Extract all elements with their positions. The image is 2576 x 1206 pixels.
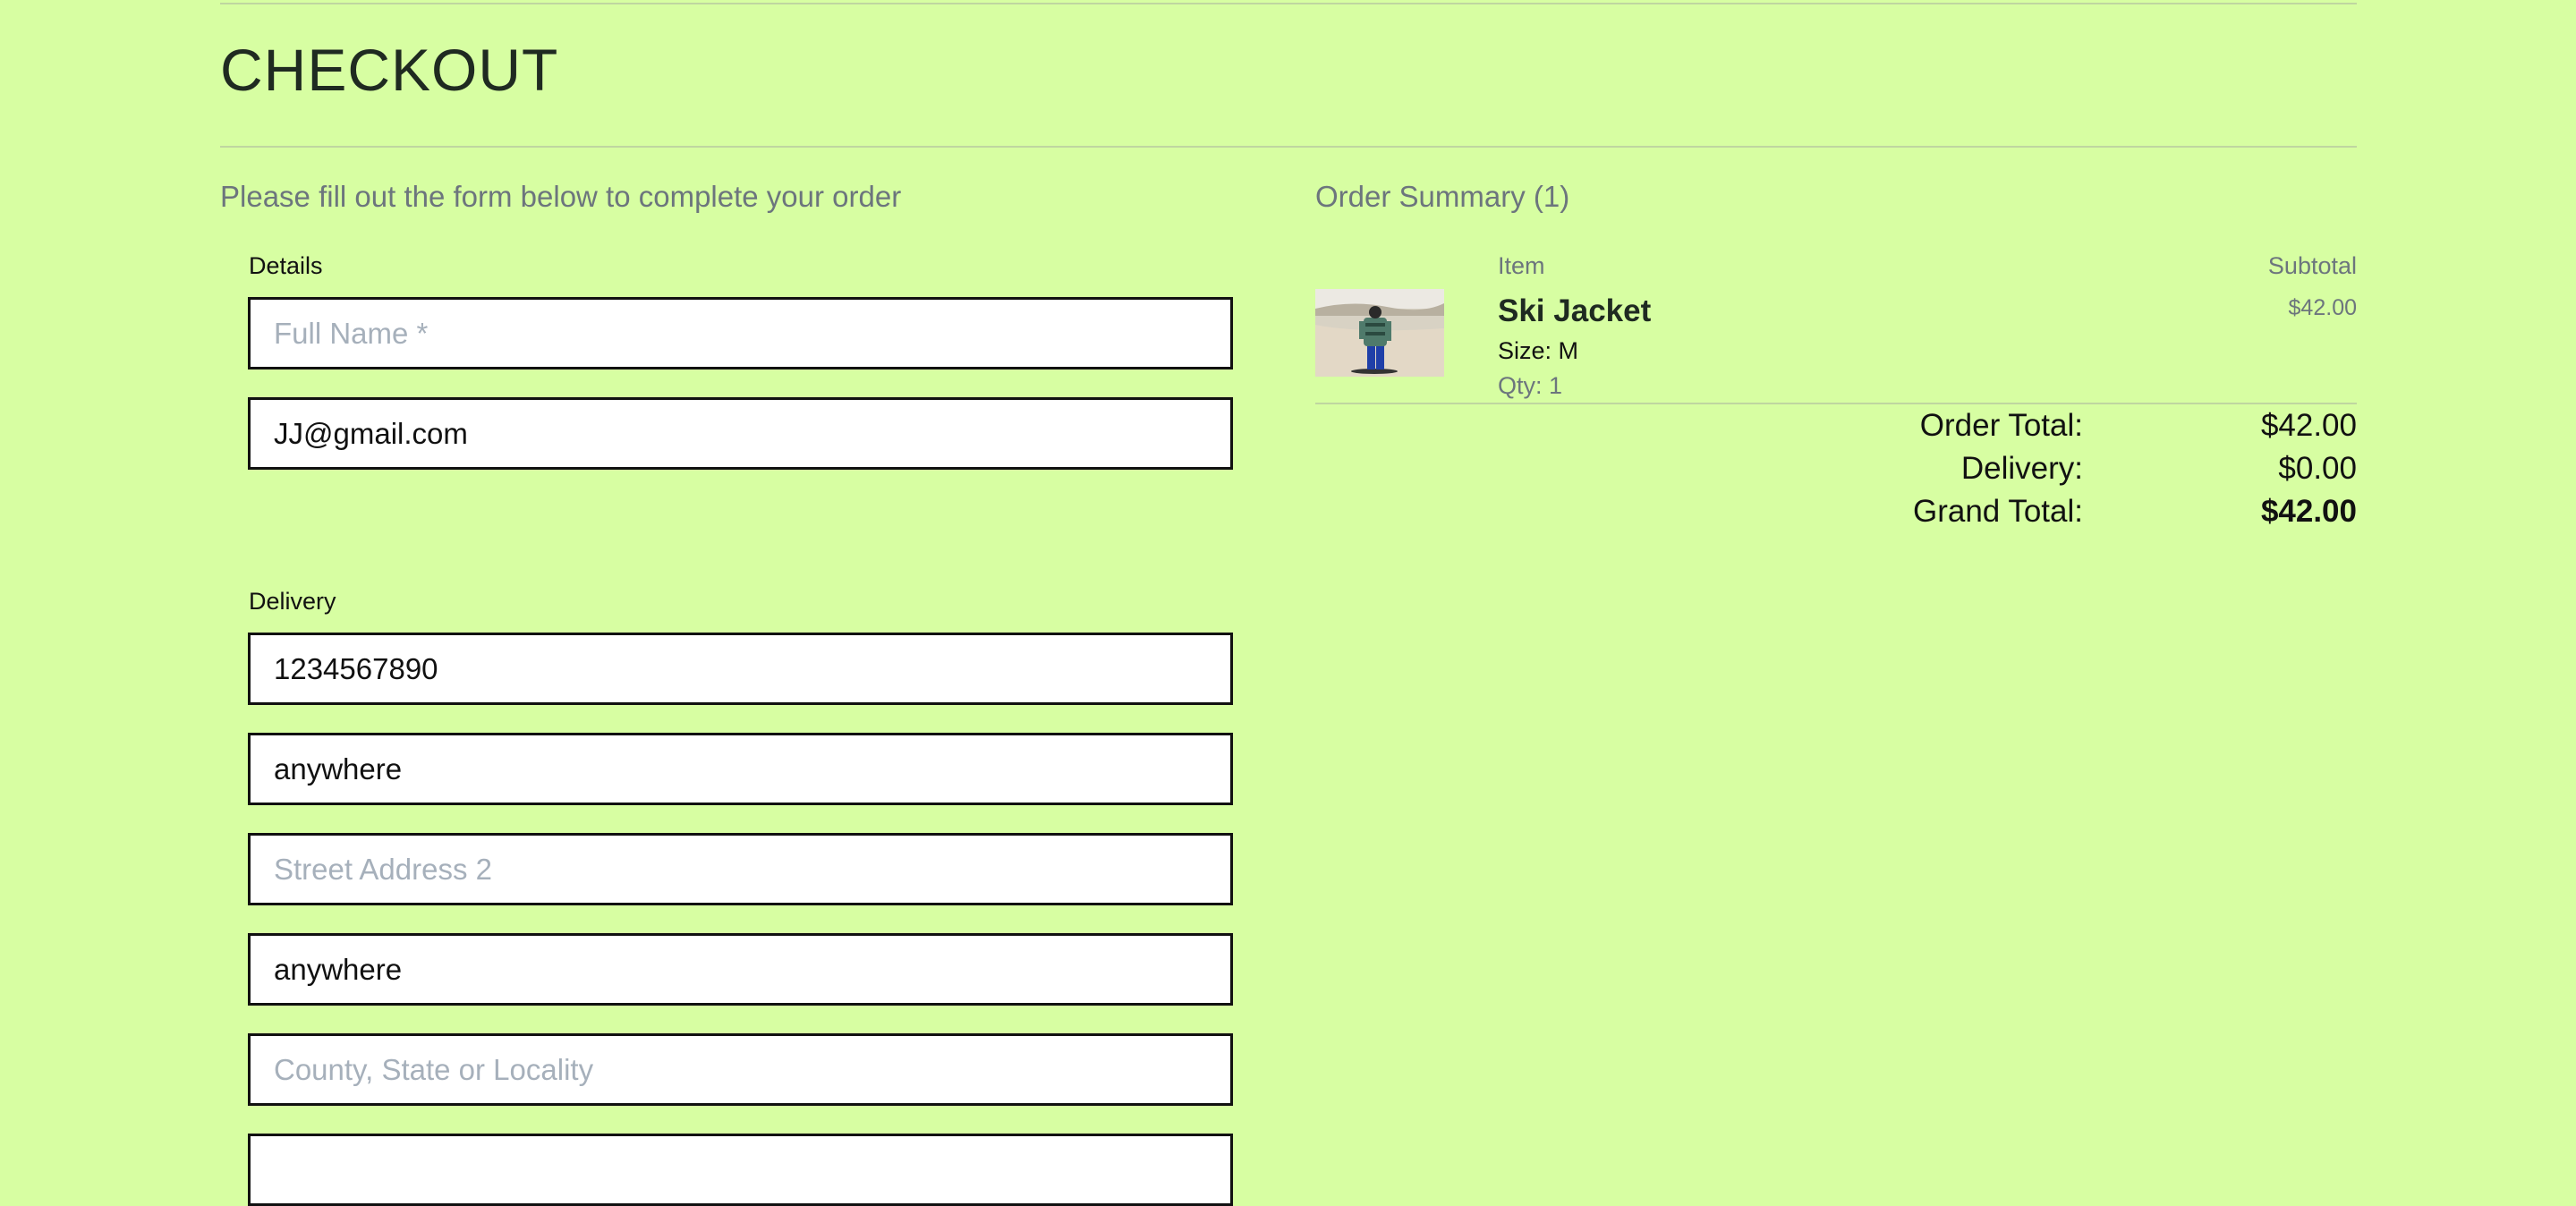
grand-total-value: $42.00 bbox=[2260, 494, 2357, 529]
order-total-value: $42.00 bbox=[2260, 408, 2357, 443]
delivery-cost-label: Delivery: bbox=[1960, 451, 2083, 486]
county-state-input[interactable] bbox=[248, 1033, 1233, 1106]
page-title: CHECKOUT bbox=[220, 37, 559, 103]
product-image bbox=[1315, 289, 1444, 377]
item-name: Ski Jacket bbox=[1498, 293, 1652, 328]
postcode-input[interactable] bbox=[248, 1134, 1233, 1206]
delivery-label: Delivery bbox=[249, 588, 336, 615]
order-total-label: Order Total: bbox=[1919, 408, 2083, 443]
item-quantity: Qty: 1 bbox=[1498, 372, 1563, 399]
order-summary-title: Order Summary (1) bbox=[1315, 180, 1570, 213]
email-input[interactable] bbox=[248, 397, 1233, 470]
street-address-2-input[interactable] bbox=[248, 833, 1233, 905]
title-divider bbox=[220, 146, 2357, 148]
skier-photo-icon bbox=[1315, 289, 1444, 377]
street-address-1-input[interactable] bbox=[248, 733, 1233, 805]
item-size: Size: M bbox=[1498, 337, 1579, 364]
top-divider bbox=[220, 3, 2357, 4]
grand-total-label: Grand Total: bbox=[1912, 494, 2083, 529]
form-intro: Please fill out the form below to comple… bbox=[220, 180, 902, 213]
subtotal-column-header: Subtotal bbox=[2267, 252, 2357, 279]
delivery-cost-value: $0.00 bbox=[2278, 451, 2357, 486]
summary-divider bbox=[1315, 403, 2357, 404]
town-city-input[interactable] bbox=[248, 933, 1233, 1006]
item-subtotal: $42.00 bbox=[2288, 295, 2357, 320]
item-column-header: Item bbox=[1498, 252, 1545, 279]
details-label: Details bbox=[249, 252, 323, 279]
full-name-input[interactable] bbox=[248, 297, 1233, 369]
phone-number-input[interactable] bbox=[248, 633, 1233, 705]
